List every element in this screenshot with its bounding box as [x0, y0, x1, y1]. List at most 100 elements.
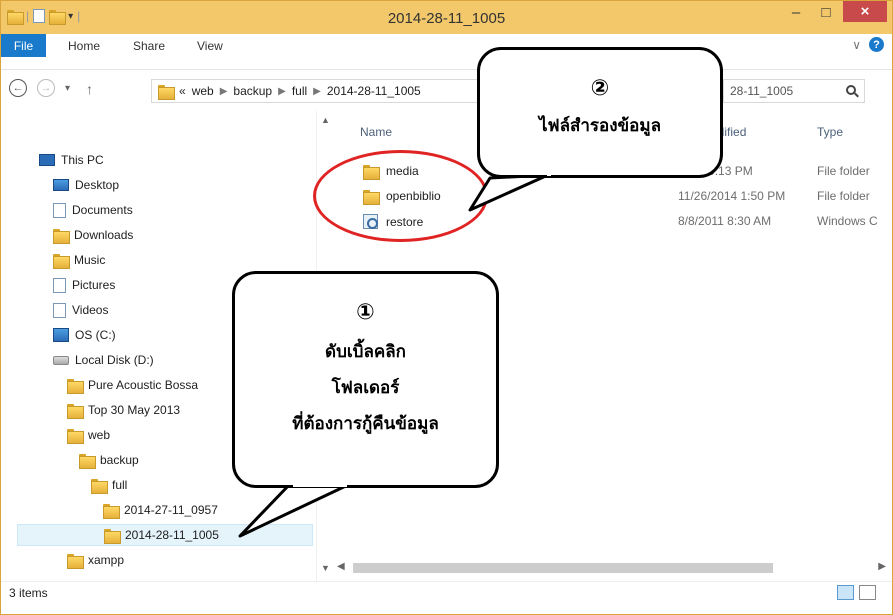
sidebar-item[interactable]: Videos	[53, 299, 108, 321]
forward-button[interactable]: →	[37, 79, 55, 97]
status-bar: 3 items	[1, 581, 892, 603]
scroll-down-icon[interactable]: ▼	[321, 563, 330, 573]
callout-line: ที่ต้องการกู้คืนข้อมูล	[292, 414, 439, 434]
sidebar-item-label: This PC	[61, 153, 104, 167]
sidebar-item[interactable]: OS (C:)	[53, 324, 116, 346]
sidebar-item[interactable]: 2014-28-11_1005	[17, 524, 313, 546]
sidebar-item[interactable]: Music	[53, 249, 105, 271]
help-icon[interactable]: ?	[869, 37, 884, 52]
sidebar-item-label: Pure Acoustic Bossa	[88, 378, 199, 392]
music-icon	[53, 253, 70, 269]
file-type: File folder	[817, 189, 870, 203]
sidebar-item[interactable]: This PC	[39, 149, 104, 171]
title-bar[interactable]: | ▾ | 2014-28-11_1005 – □ ×	[1, 1, 892, 34]
callout-one: ① ดับเบิ้ลคลิก โฟลเดอร์ ที่ต้องการกู้คืน…	[232, 271, 499, 488]
tab-view[interactable]: View	[197, 39, 223, 53]
search-input[interactable]: 28-11_1005	[723, 79, 865, 103]
breadcrumb-overflow[interactable]: «	[179, 84, 186, 98]
sidebar-item-label: xampp	[88, 553, 125, 567]
callout-line: โฟลเดอร์	[331, 378, 400, 398]
sidebar-item-label: backup	[100, 453, 139, 467]
sidebar-item-label: 2014-27-11_0957	[124, 503, 218, 517]
column-header-type[interactable]: Type	[817, 125, 843, 139]
recent-locations-button[interactable]: ▾	[65, 83, 70, 94]
scroll-left-icon[interactable]: ◀	[337, 561, 345, 572]
sidebar-item[interactable]: Pictures	[53, 274, 115, 296]
breadcrumb-full[interactable]: full	[292, 84, 307, 98]
sidebar-item-label: Videos	[72, 303, 109, 317]
callout-number: ①	[356, 300, 375, 325]
folder-icon	[91, 478, 108, 494]
sidebar-item[interactable]: xampp	[67, 549, 124, 571]
breadcrumb-backup[interactable]: backup	[233, 84, 272, 98]
scroll-right-icon[interactable]: ▶	[878, 561, 886, 572]
folder-icon	[67, 378, 84, 394]
file-date: 8/8/2011 8:30 AM	[678, 214, 772, 228]
sidebar-item[interactable]: Local Disk (D:)	[53, 349, 154, 371]
up-button[interactable]: ↑	[86, 81, 93, 97]
back-button[interactable]: ←	[9, 79, 27, 97]
sidebar-item[interactable]: Documents	[53, 199, 133, 221]
large-icons-view-icon[interactable]	[859, 585, 876, 600]
folder-icon	[79, 453, 96, 469]
sidebar-item[interactable]: Pure Acoustic Bossa	[67, 374, 198, 396]
documents-icon	[53, 202, 66, 218]
drive-icon	[53, 355, 69, 365]
sidebar-item[interactable]: Top 30 May 2013	[67, 399, 180, 421]
os-drive-icon	[53, 328, 69, 342]
breadcrumb-web[interactable]: web	[192, 84, 214, 98]
sidebar-item[interactable]: Desktop	[53, 174, 119, 196]
breadcrumb-current[interactable]: 2014-28-11_1005	[327, 84, 421, 98]
sidebar-item[interactable]: backup	[79, 449, 139, 471]
sidebar-item-label: web	[88, 428, 111, 442]
tab-home[interactable]: Home	[68, 39, 100, 53]
chevron-right-icon[interactable]: ▶	[220, 86, 228, 97]
highlight-ring	[313, 150, 488, 242]
file-date: 11/26/2014 1:50 PM	[678, 189, 786, 203]
scrollbar-thumb[interactable]	[353, 563, 773, 573]
file-type: Windows C	[817, 214, 878, 228]
folder-icon	[67, 553, 84, 569]
close-button[interactable]: ×	[843, 1, 887, 22]
folder-icon	[104, 528, 121, 544]
folder-icon	[103, 503, 120, 519]
folder-icon	[67, 428, 84, 444]
search-icon[interactable]	[846, 85, 856, 95]
sidebar-item-label: OS (C:)	[75, 328, 116, 342]
sidebar-item[interactable]: Downloads	[53, 224, 133, 246]
sidebar-item-label: Documents	[72, 203, 133, 217]
chevron-right-icon[interactable]: ▶	[313, 86, 321, 97]
desktop-icon	[53, 179, 69, 191]
sidebar-item-label: Music	[74, 253, 106, 267]
sidebar-item[interactable]: web	[67, 424, 110, 446]
sidebar-item-label: Downloads	[74, 228, 134, 242]
sidebar-item[interactable]: 2014-27-11_0957	[103, 499, 218, 521]
tab-file[interactable]: File	[1, 34, 46, 57]
videos-icon	[53, 302, 66, 318]
ribbon: File Home Share View ∨ ?	[1, 34, 892, 70]
minimize-button[interactable]: –	[781, 1, 811, 23]
ribbon-controls: ∨ ?	[852, 37, 884, 52]
details-view-icon[interactable]	[837, 585, 854, 600]
callout-two: ② ไฟล์สำรองข้อมูล	[477, 47, 723, 178]
pictures-icon	[53, 277, 66, 293]
sidebar-item-label: full	[112, 478, 128, 492]
horizontal-scrollbar[interactable]: ◀ ▶	[333, 559, 892, 577]
window-title: 2014-28-11_1005	[387, 10, 506, 27]
downloads-icon	[53, 228, 70, 244]
column-header-name[interactable]: Name	[360, 125, 392, 139]
folder-icon	[158, 84, 175, 100]
sidebar-item[interactable]: full	[91, 474, 127, 496]
tab-share[interactable]: Share	[133, 39, 165, 53]
maximize-button[interactable]: □	[811, 1, 841, 23]
sidebar-item-label: 2014-28-11_1005	[125, 528, 219, 542]
item-count: 3 items	[9, 586, 48, 600]
sidebar-item-label: Local Disk (D:)	[75, 353, 154, 367]
scroll-up-icon[interactable]: ▲	[321, 115, 330, 125]
expand-ribbon-icon[interactable]: ∨	[852, 38, 861, 52]
address-row: ← → ▾ ↑ « web ▶ backup ▶ full ▶ 2014-28-…	[1, 70, 892, 110]
chevron-right-icon[interactable]: ▶	[278, 86, 286, 97]
folder-icon	[67, 403, 84, 419]
callout-number: ②	[590, 76, 610, 101]
search-text: 28-11_1005	[730, 84, 794, 98]
